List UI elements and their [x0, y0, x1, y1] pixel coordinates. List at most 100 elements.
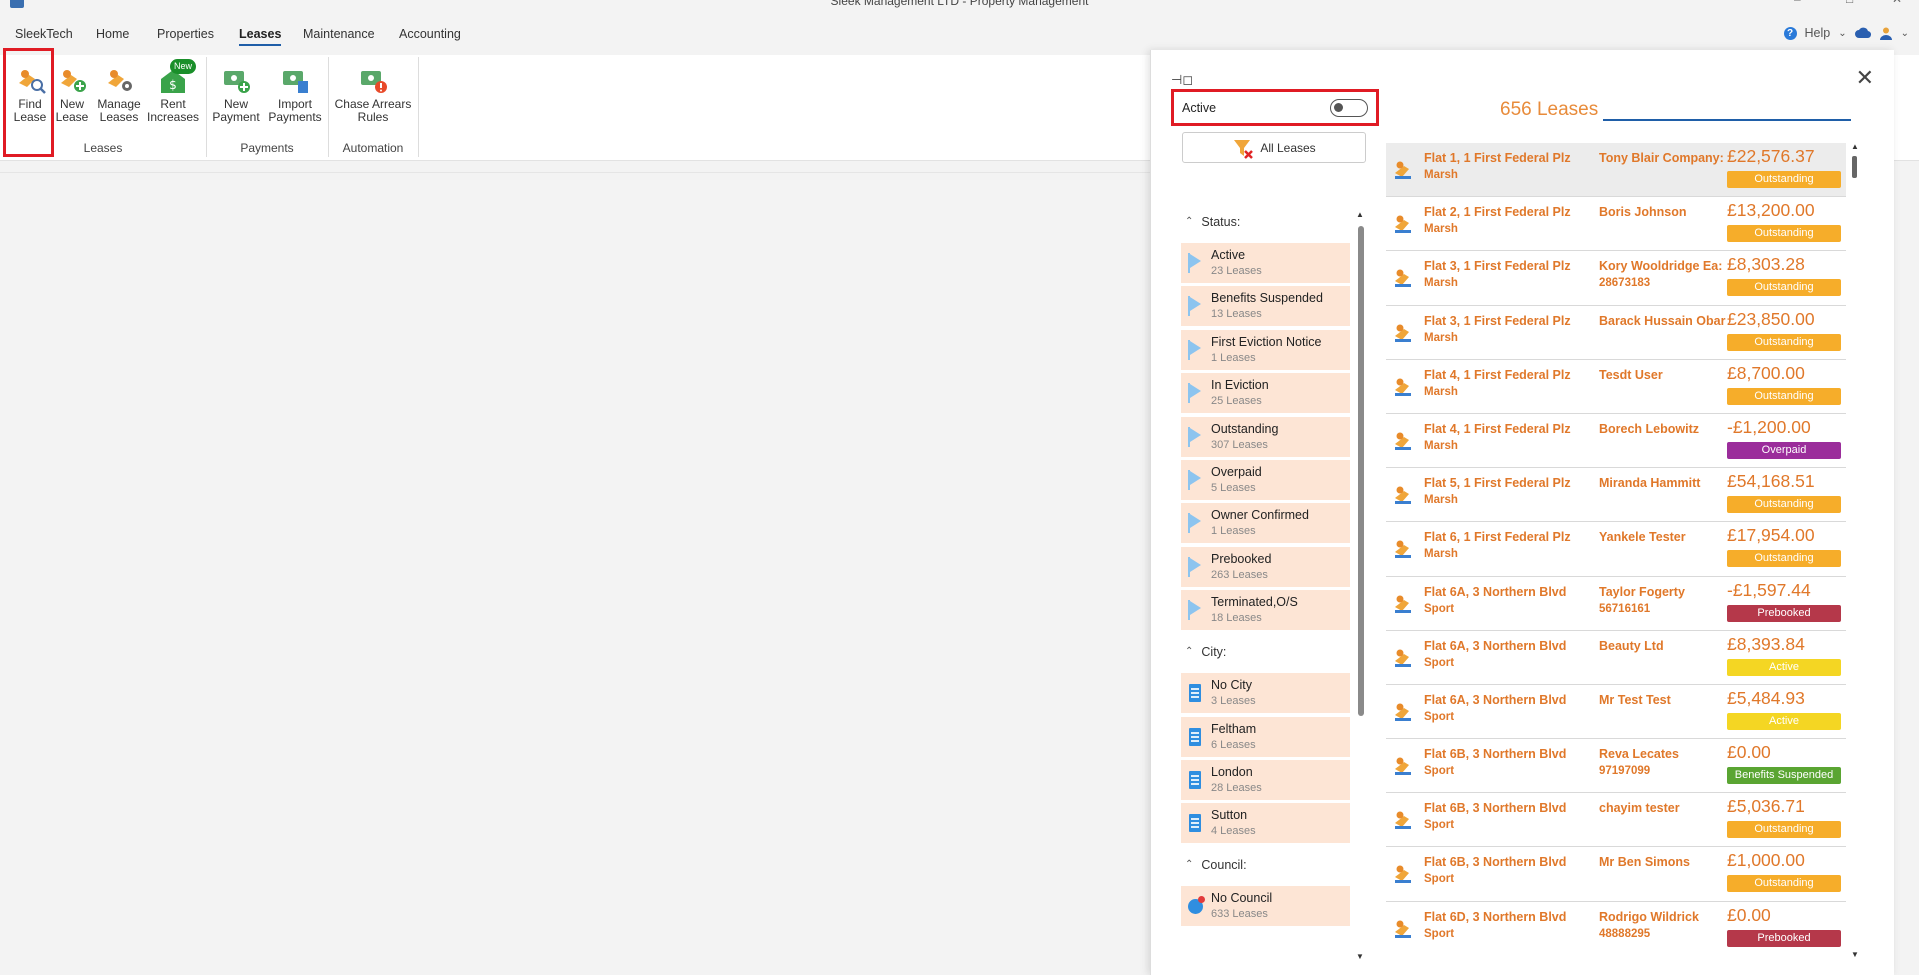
help-icon[interactable]: ? [1783, 26, 1797, 40]
lease-row[interactable]: Flat 5, 1 First Federal Plz Marsh Miranda … [1386, 468, 1846, 523]
import-payments-label-2: Payments [268, 110, 322, 124]
filter-item[interactable]: Overpaid 5 Leases [1181, 459, 1350, 500]
user-icon[interactable] [1879, 26, 1893, 40]
active-toggle[interactable] [1330, 99, 1368, 117]
lease-address: Flat 6, 1 First Federal Plz [1424, 530, 1571, 545]
lease-row[interactable]: Flat 3, 1 First Federal Plz Marsh Barack H… [1386, 305, 1846, 360]
lease-area: Marsh [1424, 439, 1458, 452]
lease-icon [1392, 321, 1416, 345]
chevron-up-icon: ⌃ [1185, 646, 1194, 658]
lease-row[interactable]: Flat 6B, 3 Northern Blvd Sport Reva Lecate… [1386, 739, 1846, 794]
lease-area: Marsh [1424, 223, 1458, 236]
lease-row[interactable]: Flat 4, 1 First Federal Plz Marsh Tesdt Us… [1386, 359, 1846, 414]
manage-leases-button[interactable]: Manage Leases [94, 65, 144, 124]
filter-item[interactable]: Owner Confirmed 1 Leases [1181, 503, 1350, 544]
filter-item-count: 5 Leases [1211, 481, 1256, 494]
lease-row[interactable]: Flat 3, 1 First Federal Plz Marsh Kory Woo… [1386, 251, 1846, 306]
pin-icon[interactable]: ⊣◻ [1171, 72, 1193, 88]
lease-row[interactable]: Flat 6A, 3 Northern Blvd Sport Beauty Ltd £… [1386, 630, 1846, 685]
menu-bar: SleekTech Home Properties Leases Mainten… [0, 20, 1919, 50]
chevron-down-icon[interactable]: ⌄ [1901, 28, 1909, 39]
filter-item[interactable]: In Eviction 25 Leases [1181, 373, 1350, 414]
lease-amount: £8,303.28 [1727, 254, 1805, 275]
payments-group-label: Payments [240, 141, 294, 155]
filter-item[interactable]: Outstanding 307 Leases [1181, 416, 1350, 457]
filter-item[interactable]: No City 3 Leases [1181, 673, 1350, 714]
chevron-up-icon: ⌃ [1185, 859, 1194, 871]
filter-item[interactable]: Benefits Suspended 13 Leases [1181, 286, 1350, 327]
council-section-header[interactable]: ⌃ Council: [1181, 853, 1367, 876]
menu-accounting[interactable]: Accounting [399, 27, 461, 41]
lease-address: Flat 4, 1 First Federal Plz [1424, 421, 1571, 436]
new-lease-button[interactable]: New Lease [55, 65, 89, 124]
lease-list-scrollbar-thumb[interactable] [1852, 156, 1857, 178]
cloud-icon[interactable] [1854, 27, 1871, 39]
scroll-up-icon[interactable]: ▲ [1851, 142, 1859, 151]
lease-tenant: chayim tester [1599, 801, 1680, 816]
filter-item[interactable]: Terminated,O/S 18 Leases [1181, 590, 1350, 631]
new-lease-icon [55, 65, 89, 95]
filter-item[interactable]: London 28 Leases [1181, 759, 1350, 800]
scroll-up-icon[interactable]: ▲ [1356, 210, 1364, 219]
import-payments-button[interactable]: Import Payments [267, 65, 323, 124]
menu-home[interactable]: Home [96, 27, 129, 41]
window-close-button[interactable]: ✕ [1892, 0, 1902, 6]
chevron-down-icon[interactable]: ⌄ [1838, 28, 1846, 39]
flag-shape [1190, 427, 1201, 442]
flag-icon [1188, 513, 1202, 534]
filter-item-count: 1 Leases [1211, 351, 1256, 364]
minimize-button[interactable]: – [1794, 0, 1801, 6]
manage-leases-label-2: Leases [99, 110, 139, 124]
filter-list: ⌃ Status: Active 23 Leases Benefits Suspen… [1181, 200, 1367, 955]
lease-amount: £0.00 [1727, 904, 1771, 925]
scroll-down-icon[interactable]: ▼ [1356, 952, 1364, 961]
status-badge: Prebooked [1727, 929, 1841, 947]
filter-item-count: 25 Leases [1211, 395, 1262, 408]
menu-maintenance[interactable]: Maintenance [303, 27, 375, 41]
menu-properties[interactable]: Properties [157, 27, 214, 41]
flag-icon [1188, 253, 1202, 273]
filter-item[interactable]: Sutton 4 Leases [1181, 803, 1350, 844]
lease-icon [1392, 266, 1416, 290]
lease-row[interactable]: Flat 4, 1 First Federal Plz Marsh Borech L… [1386, 413, 1846, 469]
scroll-down-icon[interactable]: ▼ [1851, 950, 1859, 959]
lease-row[interactable]: Flat 6A, 3 Northern Blvd Sport Mr Test Tes… [1386, 684, 1846, 740]
filter-item-name: Benefits Suspended [1211, 291, 1323, 306]
lease-row[interactable]: Flat 6B, 3 Northern Blvd Sport Mr Ben Simo… [1386, 847, 1846, 902]
filter-item[interactable]: First Eviction Notice 1 Leases [1181, 329, 1350, 370]
lease-row[interactable]: Flat 6B, 3 Northern Blvd Sport chayim test… [1386, 793, 1846, 848]
status-badge: Prebooked [1727, 604, 1841, 622]
maximize-button[interactable]: □ [1846, 0, 1853, 6]
new-payment-button[interactable]: New Payment [211, 65, 261, 124]
lease-amount: -£1,200.00 [1727, 416, 1811, 437]
status-badge: Outstanding [1727, 821, 1841, 839]
status-section-header[interactable]: ⌃ Status: [1181, 210, 1367, 233]
lease-row[interactable]: Flat 2, 1 First Federal Plz Marsh Boris Jo… [1386, 197, 1846, 252]
search-input[interactable] [1603, 94, 1851, 121]
flag-shape [1190, 384, 1201, 399]
filter-item[interactable]: No Council 633 Leases [1181, 886, 1350, 927]
building-shape [1189, 814, 1201, 833]
menu-sleektech[interactable]: SleekTech [15, 27, 73, 41]
lease-row[interactable]: Flat 6D, 3 Northern Blvd Sport Rodrigo Wil… [1386, 901, 1846, 953]
menu-leases[interactable]: Leases [239, 27, 282, 46]
city-section-header[interactable]: ⌃ City: [1181, 640, 1367, 663]
lease-row[interactable]: Flat 1, 1 First Federal Plz Marsh Tony Bla… [1386, 143, 1846, 198]
lease-list-scrollbar[interactable]: ▲ ▼ [1851, 142, 1859, 959]
rent-increases-button[interactable]: $ New Rent Increases [147, 59, 199, 124]
lease-area: Sport [1424, 602, 1455, 615]
filter-scrollbar[interactable]: ▲ ▼ [1356, 210, 1364, 961]
chase-arrears-rules-button[interactable]: Chase Arrears Rules [333, 65, 413, 124]
lease-reference: 28673183 [1599, 277, 1651, 290]
all-leases-button[interactable]: All Leases [1182, 132, 1366, 163]
filter-item[interactable]: Active 23 Leases [1181, 243, 1350, 283]
building-icon [1188, 683, 1202, 703]
lease-row[interactable]: Flat 6, 1 First Federal Plz Marsh Yankele … [1386, 522, 1846, 577]
close-icon[interactable]: ✕ [1856, 65, 1874, 91]
lease-reference: 56716161 [1599, 602, 1651, 615]
filter-scrollbar-thumb[interactable] [1358, 226, 1364, 716]
filter-item[interactable]: Feltham 6 Leases [1181, 716, 1350, 757]
lease-row[interactable]: Flat 6A, 3 Northern Blvd Sport Taylor Foge… [1386, 576, 1846, 631]
filter-item[interactable]: Prebooked 263 Leases [1181, 546, 1350, 587]
help-link[interactable]: Help [1805, 26, 1831, 40]
